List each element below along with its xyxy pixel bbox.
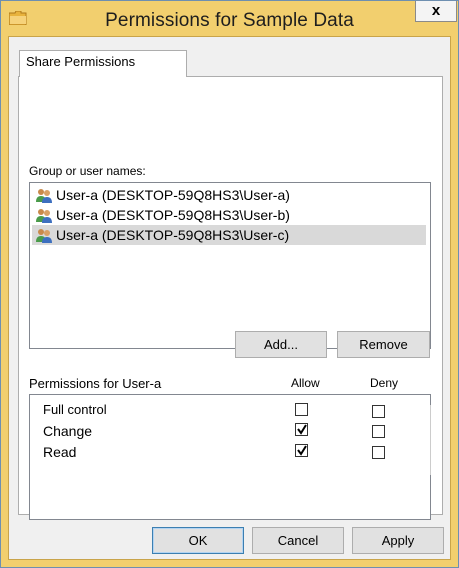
permission-row-read: Read	[30, 443, 430, 463]
allow-column-header: Allow	[291, 376, 320, 390]
deny-read-checkbox[interactable]	[372, 446, 385, 459]
permission-name: Change	[43, 423, 93, 439]
user-name: User-a (DESKTOP-59Q8HS3\User-b)	[56, 207, 290, 223]
checkmark-icon	[297, 424, 307, 435]
user-listbox[interactable]: User-a (DESKTOP-59Q8HS3\User-a) User-a (…	[29, 182, 431, 349]
deny-column-header: Deny	[370, 376, 399, 390]
users-icon	[35, 227, 53, 243]
permission-row-change: Change	[30, 422, 430, 442]
ok-button[interactable]: OK	[152, 527, 244, 554]
allow-read-checkbox[interactable]	[295, 444, 308, 457]
group-label: Group or user names:	[29, 164, 146, 178]
title-bar[interactable]: Permissions for Sample Data x	[1, 1, 458, 36]
tab-share-permissions[interactable]: Share Permissions	[19, 50, 187, 77]
apply-button[interactable]: Apply	[352, 527, 444, 554]
window-title: Permissions for Sample Data	[105, 10, 354, 31]
permission-name: Full control	[43, 402, 107, 417]
permissions-list: Full control Change Read	[29, 394, 431, 520]
users-icon	[35, 207, 53, 223]
checkmark-icon	[297, 445, 307, 456]
permission-name: Read	[43, 444, 77, 460]
user-name: User-a (DESKTOP-59Q8HS3\User-a)	[56, 187, 290, 203]
deny-full-control-checkbox[interactable]	[372, 405, 385, 418]
add-button[interactable]: Add...	[235, 331, 327, 358]
allow-change-checkbox[interactable]	[295, 423, 308, 436]
list-item[interactable]: User-a (DESKTOP-59Q8HS3\User-c)	[32, 225, 426, 245]
list-item[interactable]: User-a (DESKTOP-59Q8HS3\User-a)	[32, 185, 426, 205]
deny-change-checkbox[interactable]	[372, 425, 385, 438]
permissions-label: Permissions for User-a	[29, 376, 162, 391]
cancel-button[interactable]: Cancel	[252, 527, 344, 554]
scrollbar-track[interactable]	[430, 405, 431, 475]
dialog-client-area: Share Permissions Group or user names: U…	[8, 36, 451, 560]
share-permissions-panel: Group or user names: User-a (DESKTOP-59Q…	[18, 76, 443, 520]
close-button[interactable]: x	[415, 1, 457, 22]
permissions-dialog: Permissions for Sample Data x Share Perm…	[0, 0, 459, 568]
allow-full-control-checkbox[interactable]	[295, 403, 308, 416]
permission-row-full-control: Full control	[30, 401, 430, 421]
remove-button[interactable]: Remove	[337, 331, 430, 358]
list-item[interactable]: User-a (DESKTOP-59Q8HS3\User-b)	[32, 205, 426, 225]
users-icon	[35, 187, 53, 203]
user-name: User-a (DESKTOP-59Q8HS3\User-c)	[56, 227, 290, 243]
